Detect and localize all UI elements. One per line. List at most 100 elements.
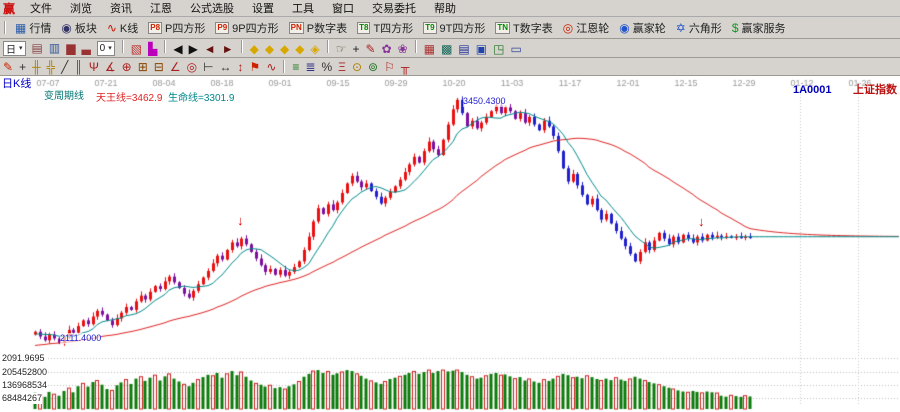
- gann-arrow-right-icon[interactable]: ◆: [250, 42, 259, 56]
- gann-arrow-down-icon[interactable]: ◆: [295, 42, 304, 56]
- t-digit-table-icon: TN: [495, 22, 510, 34]
- fib-retrace-icon[interactable]: ≡: [292, 60, 299, 74]
- toolbar-button-label: P数字表: [307, 20, 347, 36]
- channel-line-icon[interactable]: ║: [74, 60, 83, 74]
- updown-mark-icon[interactable]: ↕: [238, 60, 244, 74]
- spreadsheet-icon[interactable]: ▩: [441, 42, 452, 56]
- nav-first-icon[interactable]: ◀: [173, 42, 182, 56]
- nav-prev-icon[interactable]: ◄: [204, 42, 216, 56]
- golden-section-icon[interactable]: Ξ: [338, 60, 346, 74]
- gann-arrow-up-icon[interactable]: ◆: [280, 42, 289, 56]
- menu-item[interactable]: 设置: [243, 0, 283, 16]
- angle-tool-icon[interactable]: ∠: [170, 60, 181, 74]
- gann-grid2-icon[interactable]: ╬: [47, 60, 56, 74]
- period-selector[interactable]: 日 ▾: [3, 41, 26, 56]
- target-icon[interactable]: ⊚: [368, 60, 378, 74]
- menu-item[interactable]: 窗口: [323, 0, 363, 16]
- toolbar-button-label: T数字表: [513, 20, 553, 36]
- wave-icon[interactable]: ∿: [266, 60, 276, 74]
- nav-last-icon[interactable]: ▶: [189, 42, 198, 56]
- app-logo: 赢: [3, 0, 15, 17]
- volume-chart-icon[interactable]: ▙: [148, 42, 157, 56]
- gann-arrow-cross-icon[interactable]: ◈: [311, 42, 320, 56]
- ruler-icon[interactable]: ⊢: [203, 60, 213, 74]
- draw-line-icon[interactable]: ✎: [366, 42, 376, 56]
- cross-cursor-icon[interactable]: +: [19, 60, 26, 74]
- gate-line-icon[interactable]: ╥: [401, 60, 410, 74]
- stats-icon[interactable]: ≣: [305, 60, 315, 74]
- t9-square-button[interactable]: T99T四方形: [420, 20, 488, 36]
- chevron-down-icon: ▾: [108, 44, 112, 52]
- kline-chart[interactable]: [0, 76, 900, 412]
- stock-name[interactable]: 上证指数: [853, 85, 897, 96]
- zoom-level-selector[interactable]: 0 ▾: [97, 41, 115, 56]
- stamp2-icon[interactable]: ❀: [398, 42, 408, 56]
- crosshair-tool-icon[interactable]: +: [353, 42, 360, 56]
- menu-item[interactable]: 浏览: [61, 0, 101, 16]
- spiral-icon[interactable]: ◎: [187, 60, 197, 74]
- close-window-icon[interactable]: ▭: [510, 42, 521, 56]
- menu-item[interactable]: 工具: [283, 0, 323, 16]
- stamp-icon[interactable]: ✿: [382, 42, 392, 56]
- tianwang-line-value: 天王线=3462.9: [96, 93, 162, 104]
- menu-item[interactable]: 文件: [21, 0, 61, 16]
- bars-up-icon[interactable]: ▆: [66, 41, 75, 55]
- gann-fan-icon[interactable]: ∡: [105, 60, 116, 74]
- gann-grid-icon[interactable]: ╫: [32, 60, 41, 74]
- screen-icon[interactable]: ▣: [476, 42, 487, 56]
- measure-icon[interactable]: ↔: [220, 60, 232, 74]
- sectors-button[interactable]: ◉板块: [58, 20, 99, 36]
- kline-icon: ∿: [107, 22, 117, 34]
- flag2-icon[interactable]: ⚐: [384, 60, 395, 74]
- p9-square-button[interactable]: P99P四方形: [212, 20, 281, 36]
- export-icon[interactable]: ◳: [493, 42, 504, 56]
- volume-axis-label: 68484267: [2, 393, 42, 404]
- compare-icon[interactable]: ▥: [49, 41, 60, 55]
- t-square-icon: T8: [357, 22, 370, 34]
- volume-axis-label: 205452800: [2, 367, 47, 378]
- zoom-value: 0: [100, 43, 106, 54]
- percent-tool-icon[interactable]: %: [321, 60, 332, 74]
- tab-daily-kline[interactable]: 日K线: [2, 79, 31, 90]
- winner-service-button[interactable]: $赢家服务: [729, 20, 789, 36]
- stock-code[interactable]: 1A0001: [793, 85, 832, 96]
- multi-view-icon[interactable]: ▤: [32, 41, 43, 55]
- p9-square-icon: P9: [215, 22, 229, 34]
- gann-arrow-left-icon[interactable]: ◆: [265, 42, 274, 56]
- circle-cycle-icon[interactable]: ⊕: [122, 60, 132, 74]
- flag-icon[interactable]: ⚑: [250, 60, 261, 74]
- quote-list-icon[interactable]: ▤: [458, 42, 469, 56]
- view-icon-group: ▧ ▙ ◀ ▶ ◄ ► ◆ ◆ ◆ ◆ ◈ ☞ + ✎ ✿ ❀ ▦ ▩ ▤ ▣ ◳ ▭: [118, 40, 525, 56]
- menu-item[interactable]: 帮助: [425, 0, 465, 16]
- chart-area: 日K线 变周期线 天王线=3462.9 生命线=3301.9 1A0001 上证…: [0, 76, 900, 412]
- menu-item[interactable]: 资讯: [101, 0, 141, 16]
- nav-next-icon[interactable]: ►: [222, 42, 234, 56]
- menu-item[interactable]: 公式选股: [181, 0, 243, 16]
- trend-line-icon[interactable]: ╱: [61, 60, 68, 74]
- gann-wheel-button[interactable]: ◎江恩轮: [560, 20, 612, 36]
- channel-mode-label[interactable]: 变周期线: [44, 91, 84, 102]
- quotes-button[interactable]: ▦行情: [12, 20, 54, 36]
- t-digit-table-button[interactable]: TNT数字表: [492, 20, 555, 36]
- p-digit-table-icon: PN: [289, 22, 304, 34]
- p-square-button[interactable]: P8P四方形: [145, 20, 208, 36]
- pen-tool-icon[interactable]: ✎: [3, 60, 13, 74]
- menu-item[interactable]: 交易委托: [363, 0, 425, 16]
- calendar-icon[interactable]: ▦: [424, 42, 435, 56]
- pitchfork-icon[interactable]: Ψ: [89, 60, 99, 74]
- kline-button[interactable]: ∿K线: [104, 20, 141, 36]
- time-cycle-icon[interactable]: ⊟: [154, 60, 164, 74]
- separator: [4, 21, 6, 34]
- clock-cycle-icon[interactable]: ⊙: [352, 60, 362, 74]
- toolbar-button-label: 赢家服务: [742, 20, 786, 36]
- menu-item[interactable]: 江恩: [141, 0, 181, 16]
- bars-down-icon[interactable]: ▃: [81, 41, 90, 55]
- square-cycle-icon[interactable]: ⊞: [138, 60, 148, 74]
- alert-icon[interactable]: ▧: [131, 42, 142, 56]
- p-digit-table-button[interactable]: PNP数字表: [286, 20, 350, 36]
- hand-tool-icon[interactable]: ☞: [336, 42, 347, 56]
- t-square-button[interactable]: T8T四方形: [354, 20, 416, 36]
- winner-wheel-button[interactable]: ◉赢家轮: [616, 20, 668, 36]
- winner-wheel-icon: ◉: [619, 22, 629, 34]
- hexagram-button[interactable]: ✡六角形: [673, 20, 725, 36]
